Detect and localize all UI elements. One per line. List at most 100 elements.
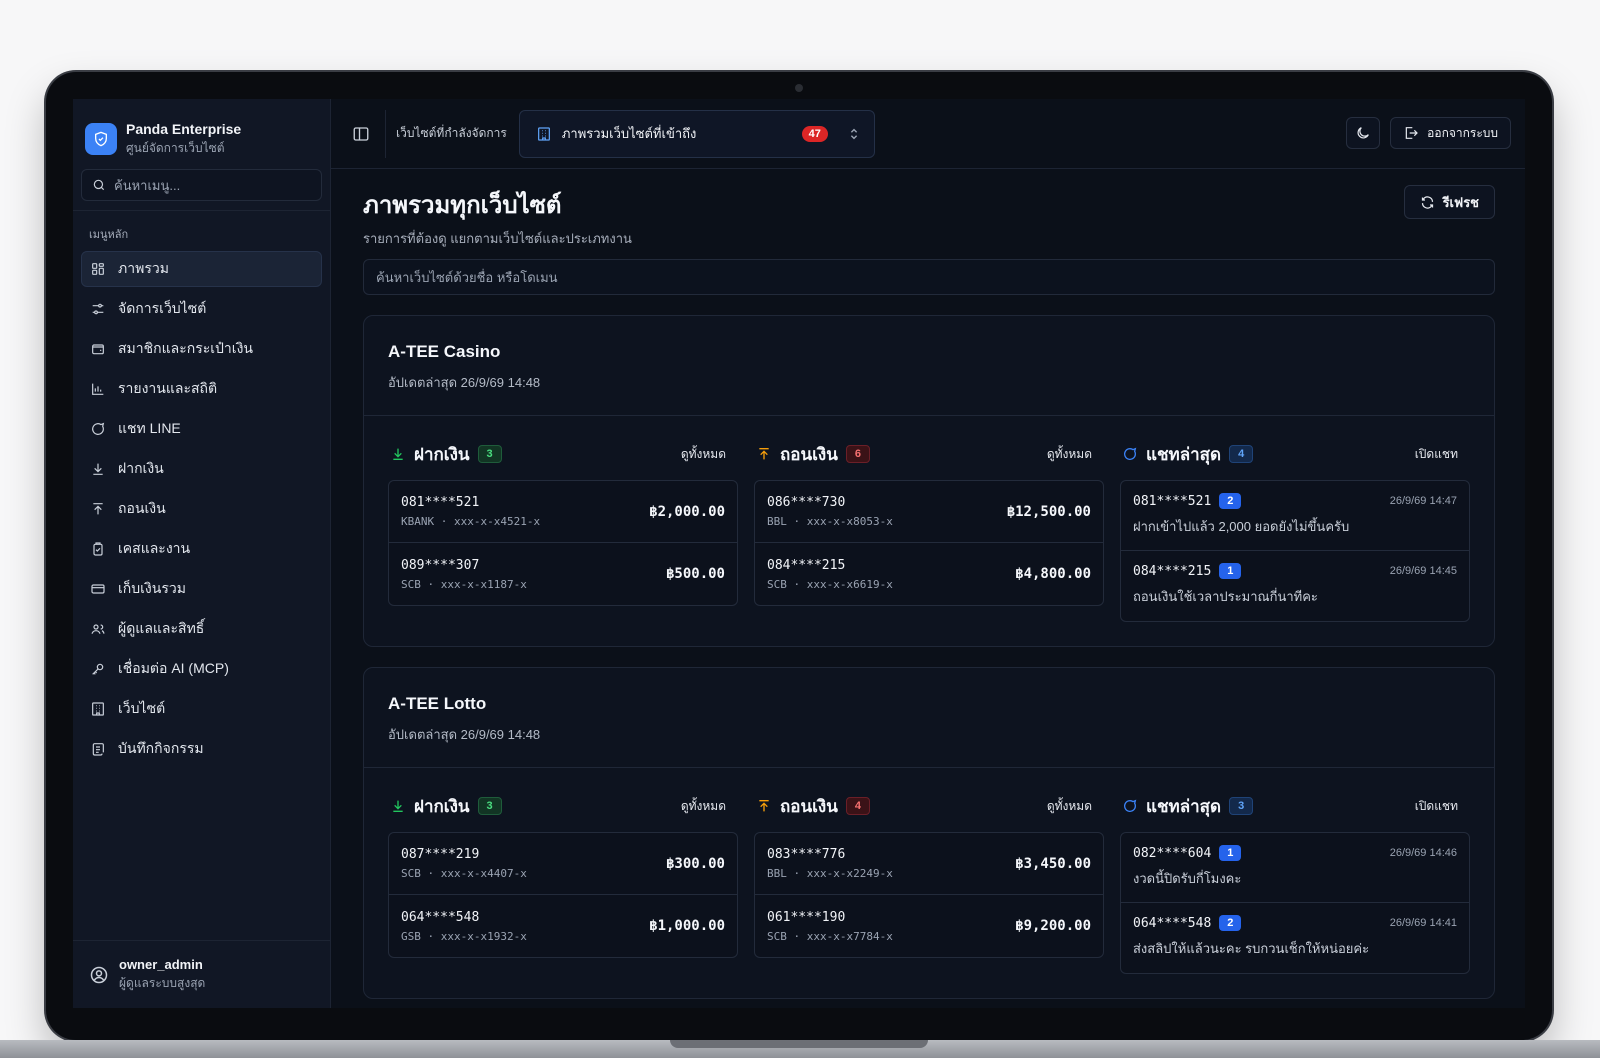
withdraw-link[interactable]: ดูทั้งหมด [1047,445,1092,464]
withdraw-header: ถอนเงิน 6 ดูทั้งหมด [754,436,1104,472]
bar-chart-icon [92,383,104,395]
menu-search-placeholder: ค้นหาเมนู... [114,177,181,193]
deposit-row[interactable]: 064****548 GSB · xxx-x-x1932-x ฿1,000.00 [389,895,737,957]
account-number: 061****190 [767,909,846,925]
sidebar-item-key[interactable]: เชื่อมต่อ AI (MCP) [81,651,322,687]
deposit-column: ฝากเงิน 3 ดูทั้งหมด 087****219 SCB · xxx-x-x… [388,788,738,974]
chat-time: 26/9/69 14:47 [1389,495,1457,507]
chat-time: 26/9/69 14:46 [1389,847,1457,859]
arrow-up-icon [759,448,769,460]
camera [795,84,803,92]
chat-time: 26/9/69 14:45 [1389,565,1457,577]
sidebar-toggle-button[interactable] [349,122,373,146]
deposit-title: ฝากเงิน [414,444,470,464]
site-cards: A-TEE Casino อัปเดตล่าสุด 26/9/69 14:48 ฝา… [363,315,1495,999]
sidebar-item-wallet[interactable]: สมาชิกและกระเป๋าเงิน [81,331,322,367]
site-updated: อัปเดตล่าสุด 26/9/69 14:48 [388,727,541,742]
building-icon [92,702,104,716]
chat-row[interactable]: 084****215 1 26/9/69 14:45 ถอนเงินใช้เวลาปร… [1121,551,1469,621]
bank-account: KBANK · xxx-x-x4521-x [401,515,541,528]
deposit-header: ฝากเงิน 3 ดูทั้งหมด [388,436,738,472]
deposit-link[interactable]: ดูทั้งหมด [681,797,726,816]
brand[interactable]: Panda Enterprise ศูนย์จัดการเว็บไซต์ [73,99,330,165]
building-icon [537,126,550,141]
site-columns: ฝากเงิน 3 ดูทั้งหมด 087****219 SCB · xxx-x-x… [364,768,1494,998]
arrow-down-icon [393,448,403,460]
chat-column: แชทล่าสุด 4 เปิดแชท 081****521 2 26/9/69 14:4… [1120,436,1470,622]
sidebar-item-label: ผู้ดูแลและสิทธิ์ [118,620,205,636]
withdraw-link[interactable]: ดูทั้งหมด [1047,797,1092,816]
main-area: เว็บไซต์ที่กำลังจัดการ ภาพรวมเว็บไซต์ที่… [331,99,1525,1008]
sidebar-item-clipboard[interactable]: เคสและงาน [81,531,322,567]
chat-row[interactable]: 064****548 2 26/9/69 14:41 ส่งสลิปให้แล้วนะ… [1121,903,1469,973]
chat-link[interactable]: เปิดแชท [1415,797,1458,816]
sidebar-item-sliders[interactable]: จัดการเว็บไซต์ [81,291,322,327]
sidebar-item-grid[interactable]: ภาพรวม [81,251,322,287]
site-card: A-TEE Lotto อัปเดตล่าสุด 26/9/69 14:48 ฝาก… [363,667,1495,999]
user-profile[interactable]: owner_admin ผู้ดูแลระบบสูงสุด [73,940,330,1008]
deposit-list: 081****521 KBANK · xxx-x-x4521-x ฿2,000.00… [388,480,738,606]
account-number: 087****219 [401,847,480,862]
sidebar-item-credit-card[interactable]: เก็บเงินรวม [81,571,322,607]
chat-link[interactable]: เปิดแชท [1415,445,1458,464]
withdraw-list: 086****730 BBL · xxx-x-x8053-x ฿12,500.00 0… [754,480,1104,606]
withdraw-row[interactable]: 084****215 SCB · xxx-x-x6619-x ฿4,800.00 [755,543,1103,605]
deposit-link[interactable]: ดูทั้งหมด [681,445,726,464]
deposit-row[interactable]: 081****521 KBANK · xxx-x-x4521-x ฿2,000.00 [389,481,737,543]
chat-header: แชทล่าสุด 4 เปิดแชท [1120,436,1470,472]
topbar-actions: ออกจากระบบ [1346,117,1511,149]
managing-label: เว็บไซต์ที่กำลังจัดการ [396,126,507,140]
sidebar-item-chat[interactable]: แชท LINE [81,411,322,447]
chat-list: 081****521 2 26/9/69 14:47 ฝากเข้าไปแล้ว 2,… [1120,480,1470,622]
chat-message: ส่งสลิปให้แล้วนะคะ รบกวนเช็กให้หน่อยค่ะ [1133,941,1370,956]
chat-message: ถอนเงินใช้เวลาประมาณกี่นาทีคะ [1133,589,1318,604]
sidebar-item-label: จัดการเว็บไซต์ [118,300,207,316]
withdraw-count-badge: 4 [845,797,870,815]
page-content: ภาพรวมทุกเว็บไซต์ รายการที่ต้องดู แยกตาม… [331,169,1525,999]
sidebar-item-building[interactable]: เว็บไซต์ [81,691,322,727]
unread-badge: 2 [1219,493,1242,509]
amount: ฿3,450.00 [1015,855,1091,872]
logout-icon [1405,127,1419,139]
sidebar-item-arrow-up[interactable]: ถอนเงิน [81,491,322,527]
sliders-icon [92,303,104,315]
withdraw-row[interactable]: 083****776 BBL · xxx-x-x2249-x ฿3,450.00 [755,833,1103,895]
deposit-row[interactable]: 089****307 SCB · xxx-x-x1187-x ฿500.00 [389,543,737,605]
key-icon [92,663,104,675]
sidebar-item-arrow-down[interactable]: ฝากเงิน [81,451,322,487]
site-selector[interactable]: ภาพรวมเว็บไซต์ที่เข้าถึง 47 [518,109,875,158]
site-name: A-TEE Lotto [388,694,487,713]
withdraw-row[interactable]: 086****730 BBL · xxx-x-x8053-x ฿12,500.00 [755,481,1103,543]
chat-icon [1124,799,1137,812]
menu-search-input[interactable]: ค้นหาเมนู... [81,169,322,201]
logout-button[interactable]: ออกจากระบบ [1390,117,1511,149]
theme-toggle-button[interactable] [1346,117,1381,149]
chat-account: 064****548 [1133,915,1212,931]
page-subtitle: รายการที่ต้องดู แยกตามเว็บไซต์และประเภทง… [363,231,632,246]
chat-row[interactable]: 082****604 1 26/9/69 14:46 งวดนี้ปิดรับกี่โ… [1121,833,1469,903]
sidebar-item-scroll[interactable]: บันทึกกิจกรรม [81,731,322,767]
deposit-title: ฝากเงิน [414,796,470,816]
site-name: A-TEE Casino [388,342,501,361]
amount: ฿1,000.00 [649,918,725,934]
deposit-row[interactable]: 087****219 SCB · xxx-x-x4407-x ฿300.00 [389,833,737,895]
refresh-button[interactable]: รีเฟรช [1403,185,1495,219]
chat-icon [92,422,105,435]
sidebar-item-bar-chart[interactable]: รายงานและสถิติ [81,371,322,407]
grid-icon [92,263,104,275]
deposit-header: ฝากเงิน 3 ดูทั้งหมด [388,788,738,824]
search-icon [93,179,105,191]
withdraw-title: ถอนเงิน [780,796,838,816]
chat-account: 084****215 [1133,563,1212,579]
sidebar-item-users[interactable]: ผู้ดูแลและสิทธิ์ [81,611,322,647]
site-search-input[interactable]: ค้นหาเว็บไซต์ด้วยชื่อ หรือโดเมน [363,259,1495,295]
user-role: ผู้ดูแลระบบสูงสุด [119,975,206,990]
account-number: 083****776 [767,847,846,862]
sidebar-item-label: รายงานและสถิติ [118,380,218,396]
sidebar-item-label: บันทึกกิจกรรม [118,740,204,756]
withdraw-row[interactable]: 061****190 SCB · xxx-x-x7784-x ฿9,200.00 [755,895,1103,957]
amount: ฿500.00 [665,566,725,582]
withdraw-list: 083****776 BBL · xxx-x-x2249-x ฿3,450.00 06… [754,832,1104,958]
amount: ฿300.00 [665,855,725,872]
chat-row[interactable]: 081****521 2 26/9/69 14:47 ฝากเข้าไปแล้ว 2,… [1121,481,1469,551]
